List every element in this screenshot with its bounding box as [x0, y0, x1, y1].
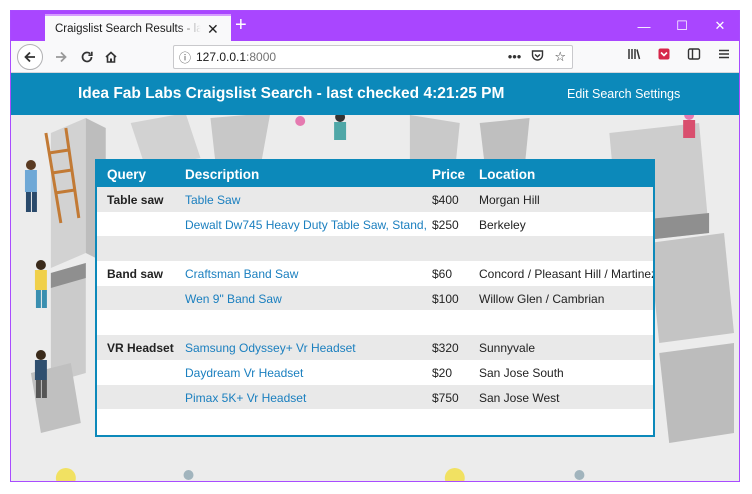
home-icon[interactable] [99, 45, 123, 69]
library-icon[interactable] [627, 47, 641, 64]
url-port: :8000 [246, 50, 277, 64]
row-location: Sunnyvale [479, 341, 536, 356]
url-host: 127.0.0.1 [196, 50, 247, 64]
bookmark-star-icon[interactable]: ☆ [554, 49, 566, 65]
listing-link[interactable]: Samsung Odyssey+ Vr Headset [185, 341, 431, 355]
listing-link[interactable]: Table Saw [185, 193, 431, 207]
nav-toolbar: ⓘ 127.0.0.1:8000 ••• ☆ [11, 41, 739, 73]
row-query: VR Headset [107, 341, 174, 356]
table-row [97, 409, 653, 434]
reload-icon[interactable] [75, 45, 99, 69]
table-row: VR Headset Samsung Odyssey+ Vr Headset $32… [97, 335, 653, 360]
row-price: $20 [432, 365, 453, 380]
row-price: $400 [432, 193, 459, 207]
row-location: Morgan Hill [479, 193, 540, 207]
row-location: Willow Glen / Cambrian [479, 291, 605, 306]
column-header-description: Description [185, 167, 260, 182]
row-price: $320 [432, 341, 459, 356]
info-icon[interactable]: ⓘ [174, 49, 196, 66]
table-row: Table saw Table Saw $400 Morgan Hill [97, 187, 653, 212]
table-header: Query Description Price Location [97, 161, 653, 187]
back-arrow-icon[interactable] [17, 44, 43, 70]
row-price: $750 [432, 390, 459, 405]
column-header-query: Query [107, 167, 147, 182]
pocket-save-icon[interactable] [657, 47, 671, 64]
tab-active[interactable]: Craigslist Search Results - last checked… [45, 14, 231, 41]
maximize-button[interactable]: ☐ [663, 11, 701, 41]
table-row: Dewalt Dw745 Heavy Duty Table Saw, Stand… [97, 212, 653, 237]
more-icon[interactable]: ••• [508, 49, 522, 65]
table-row [97, 236, 653, 262]
url-bar[interactable]: ⓘ 127.0.0.1:8000 ••• ☆ [173, 45, 573, 69]
sidebar-icon[interactable] [687, 47, 701, 64]
row-location: San Jose South [479, 365, 564, 380]
page-title: Idea Fab Labs Craigslist Search - last c… [78, 85, 505, 102]
row-query: Table saw [107, 193, 164, 207]
table-body: Table saw Table Saw $400 Morgan Hill Dewalt … [97, 187, 653, 434]
row-query: Band saw [107, 267, 164, 282]
row-price: $60 [432, 267, 453, 282]
row-price: $250 [432, 217, 459, 232]
tab-title: Craigslist Search Results - last checked [55, 22, 201, 35]
listing-link[interactable]: Daydream Vr Headset [185, 366, 431, 380]
results-table: Query Description Price Location Table s… [95, 159, 655, 437]
row-location: San Jose West [479, 390, 560, 405]
new-tab-button[interactable]: + [235, 14, 247, 36]
table-row: Pimax 5K+ Vr Headset $750 San Jose West [97, 384, 653, 410]
row-location: Berkeley [479, 217, 526, 232]
page-content: Idea Fab Labs Craigslist Search - last c… [11, 73, 739, 481]
pocket-icon[interactable] [531, 49, 544, 65]
listing-link[interactable]: Pimax 5K+ Vr Headset [185, 391, 431, 405]
forward-arrow-icon[interactable] [49, 45, 73, 69]
edit-search-settings-link[interactable]: Edit Search Settings [567, 87, 680, 101]
column-header-price: Price [432, 167, 466, 182]
listing-link[interactable]: Dewalt Dw745 Heavy Duty Table Saw, Stand… [185, 218, 431, 232]
hamburger-menu-icon[interactable] [717, 47, 731, 64]
column-header-location: Location [479, 167, 536, 182]
browser-window: Craigslist Search Results - last checked… [10, 10, 740, 482]
listing-link[interactable]: Craftsman Band Saw [185, 267, 431, 281]
tab-close-icon[interactable]: ✕ [207, 22, 219, 36]
site-header: Idea Fab Labs Craigslist Search - last c… [11, 73, 739, 115]
listing-link[interactable]: Wen 9" Band Saw [185, 292, 431, 306]
minimize-button[interactable]: — [625, 11, 663, 41]
table-row: Band saw Craftsman Band Saw $60 Concord / P… [97, 261, 653, 286]
row-price: $100 [432, 291, 459, 306]
close-window-button[interactable]: ✕ [701, 11, 739, 41]
table-row: Wen 9" Band Saw $100 Willow Glen / Cambria… [97, 285, 653, 311]
tab-strip: Craigslist Search Results - last checked… [11, 11, 739, 41]
row-location: Concord / Pleasant Hill / Martinez [479, 267, 655, 282]
table-row: Daydream Vr Headset $20 San Jose South [97, 360, 653, 385]
table-row [97, 310, 653, 335]
window-controls: — ☐ ✕ [625, 11, 739, 41]
